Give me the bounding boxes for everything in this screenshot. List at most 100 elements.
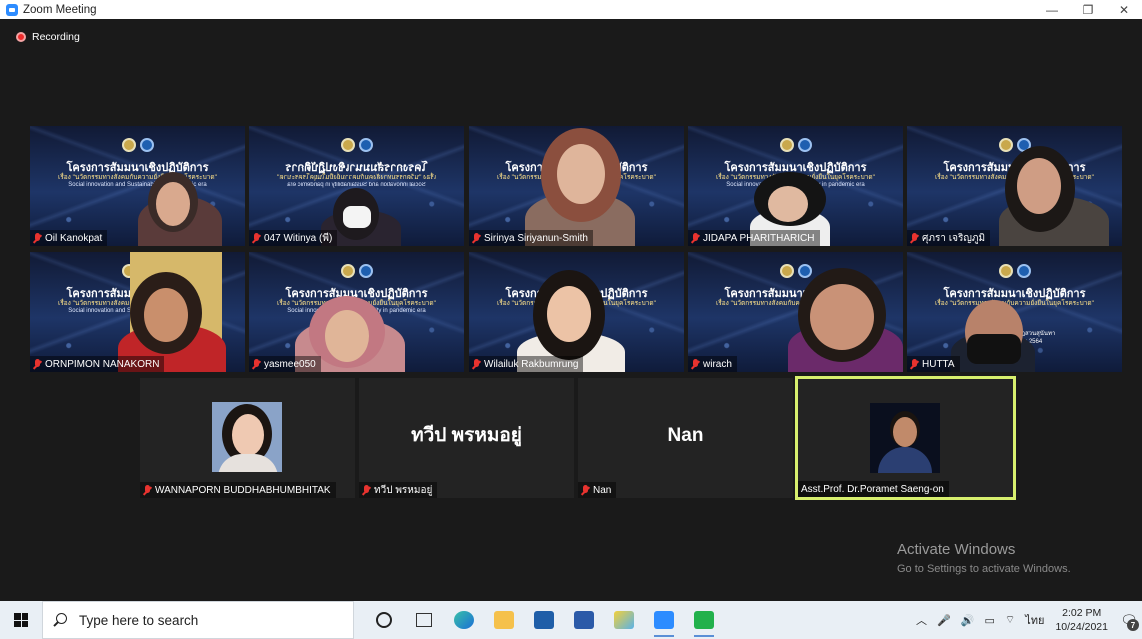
slide-logos [998, 264, 1031, 278]
recording-indicator[interactable]: Recording [16, 31, 80, 43]
participant-name-tag: Oil Kanokpat [30, 230, 108, 246]
slide-subtitle: เรื่อง "นวัตกรรมทางสังคมกับความยั่งยืนใน… [58, 174, 217, 181]
windows-taskbar: Type here to search ︿ 🎤 🔊 ▭ ⌔ ไทย 2:02 P… [0, 601, 1142, 639]
clock[interactable]: 2:02 PM 10/24/2021 [1055, 606, 1108, 634]
task-view-button[interactable] [404, 601, 444, 639]
recording-label: Recording [32, 31, 80, 43]
start-button[interactable] [0, 601, 42, 639]
participant-name-tag: 047 Witinya (พี) [249, 230, 338, 246]
participant-name-tag: ศุภรา เจริญภูมิ [907, 230, 991, 246]
mic-muted-icon [581, 484, 590, 496]
mic-muted-icon [33, 232, 42, 244]
participant-tile[interactable]: Nan Nan [578, 378, 793, 498]
language-indicator[interactable]: ไทย [1025, 611, 1044, 629]
participant-display-name: ทวีป พรหมอยู่ [411, 425, 522, 446]
participant-name-tag: JIDAPA PHARITHARICH [688, 230, 820, 246]
file-explorer-icon [494, 611, 514, 629]
battery-icon[interactable]: ▭ [984, 614, 994, 627]
close-button[interactable]: ✕ [1106, 0, 1142, 19]
edge-icon [454, 611, 474, 629]
video-tile[interactable]: โครงการสัมมนาเชิงปฏิบัติการ เรื่อง "นวัต… [469, 252, 684, 372]
minimize-button[interactable]: — [1034, 0, 1070, 19]
video-tile[interactable]: โครงการสัมมนาเชิงปฏิบัติการ เรื่อง "นวัต… [249, 126, 464, 246]
participant-name-tag: Asst.Prof. Dr.Poramet Saeng-on [798, 481, 949, 497]
video-tile[interactable]: โครงการสัมมนาเชิงปฏิบัติการ เรื่อง "นวัต… [688, 126, 903, 246]
paint-button[interactable] [604, 601, 644, 639]
participant-face [547, 286, 591, 342]
word-button[interactable] [564, 601, 604, 639]
participant-tile[interactable]: ทวีป พรหมอยู่ ทวีป พรหมอยู่ [359, 378, 574, 498]
search-icon [53, 613, 67, 627]
video-tile[interactable]: โครงการสัมมนาเชิงปฏิบัติการ เรื่อง "นวัต… [907, 252, 1122, 372]
restore-button[interactable]: ❐ [1070, 0, 1106, 19]
participant-name-tag: ORNPIMON NANAKORN [30, 356, 165, 372]
wifi-icon[interactable]: ⌔ [1005, 613, 1015, 627]
participant-name-tag: Wilailuk Rakbumrung [469, 356, 584, 372]
participant-face [810, 284, 874, 350]
system-tray: ︿ 🎤 🔊 ▭ ⌔ ไทย 2:02 PM 10/24/2021 🗨 7 [911, 601, 1142, 639]
paint-icon [614, 611, 634, 629]
face-mask [343, 206, 371, 228]
mic-muted-icon [472, 358, 481, 370]
mic-muted-icon [252, 358, 261, 370]
slide-english: Social innovation and Sustainability in … [68, 182, 207, 188]
zoom-icon [654, 611, 674, 629]
clock-date: 10/24/2021 [1055, 621, 1108, 633]
file-explorer-button[interactable] [484, 601, 524, 639]
participant-face [1017, 158, 1061, 214]
taskbar-search-box[interactable]: Type here to search [42, 601, 354, 639]
mail-button[interactable] [524, 601, 564, 639]
mic-muted-icon [33, 358, 42, 370]
mic-muted-icon [910, 232, 919, 244]
activate-windows-hint[interactable]: Go to Settings to activate Windows. [897, 563, 1071, 575]
line-taskbar-button[interactable] [684, 601, 724, 639]
video-tile[interactable]: โครงการสัมมนาเชิงปฏิบัติการ เรื่อง "นวัต… [30, 252, 245, 372]
window-title: Zoom Meeting [23, 3, 97, 16]
slide-logos [340, 138, 373, 152]
mic-muted-icon [691, 358, 700, 370]
notification-count: 7 [1127, 619, 1139, 631]
participant-face [557, 144, 605, 204]
mail-icon [534, 611, 554, 629]
video-tile[interactable]: โครงการสัมมนาเชิงปฏิบัติการ เรื่อง "นวัต… [688, 252, 903, 372]
window-controls: — ❐ ✕ [1034, 0, 1142, 19]
activate-windows-title: Activate Windows [897, 541, 1016, 558]
slide-logos [779, 264, 812, 278]
mic-muted-icon [252, 232, 261, 244]
zoom-logo-icon [6, 3, 18, 16]
cortana-button[interactable] [364, 601, 404, 639]
participant-name-tag: wirach [688, 356, 737, 372]
active-speaker-tile[interactable]: Asst.Prof. Dr.Poramet Saeng-on [795, 376, 1016, 500]
chevron-up-icon[interactable]: ︿ [916, 612, 927, 628]
windows-logo-icon [14, 613, 28, 627]
slide-logos [779, 138, 812, 152]
participant-name-tag: Nan [578, 482, 617, 498]
zoom-taskbar-button[interactable] [644, 601, 684, 639]
participant-face [325, 310, 369, 362]
word-icon [574, 611, 594, 629]
video-tile[interactable]: โครงการสัมมนาเชิงปฏิบัติการ เรื่อง "นวัต… [30, 126, 245, 246]
participant-name-tag: Sirinya Siriyanun-Smith [469, 230, 593, 246]
slide-logos [340, 264, 373, 278]
participant-name-tag: ทวีป พรหมอยู่ [359, 482, 438, 498]
meeting-stage: Recording โครงการสัมมนาเชิงปฏิบัติการ เร… [0, 19, 1142, 601]
video-tile[interactable]: โครงการสัมมนาเชิงปฏิบัติการ เรื่อง "นวัต… [469, 126, 684, 246]
mic-muted-icon [472, 232, 481, 244]
participant-face [768, 186, 808, 222]
volume-icon[interactable]: 🔊 [961, 614, 975, 627]
mic-muted-icon [910, 358, 919, 370]
participant-display-name: Nan [667, 424, 704, 446]
video-tile[interactable]: โครงการสัมมนาเชิงปฏิบัติการ เรื่อง "นวัต… [249, 252, 464, 372]
participant-face [144, 288, 188, 342]
notification-center-button[interactable]: 🗨 7 [1116, 601, 1142, 639]
mic-muted-icon [362, 484, 371, 496]
task-view-icon [416, 613, 432, 627]
profile-photo [870, 403, 940, 473]
microphone-icon[interactable]: 🎤 [937, 614, 951, 627]
cortana-icon [376, 612, 392, 628]
record-icon [16, 32, 26, 42]
video-tile[interactable]: โครงการสัมมนาเชิงปฏิบัติการ เรื่อง "นวัต… [907, 126, 1122, 246]
face-mask [967, 334, 1021, 364]
participant-tile[interactable]: WANNAPORN BUDDHABHUMBHITAK [140, 378, 355, 498]
edge-button[interactable] [444, 601, 484, 639]
